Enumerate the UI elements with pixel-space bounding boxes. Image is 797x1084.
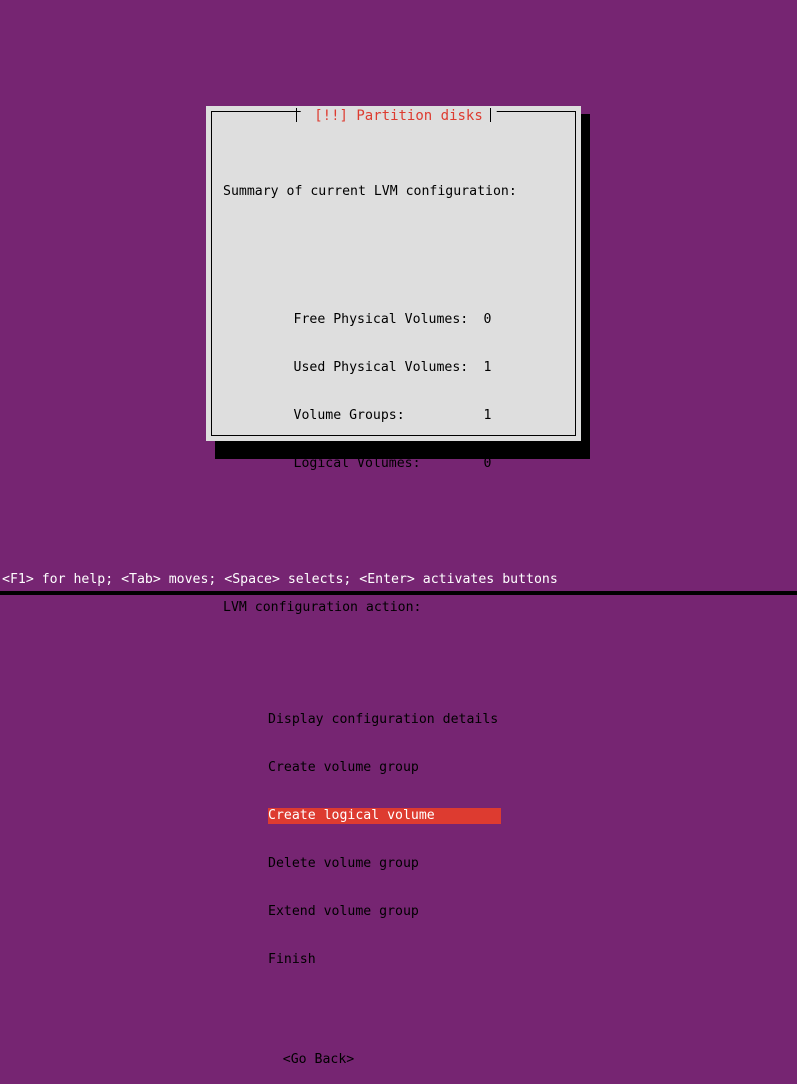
go-back-button[interactable]: <Go Back> — [283, 1052, 354, 1068]
title-right-tick — [490, 108, 491, 122]
summary-value: 0 — [484, 456, 492, 472]
table-row: Free Physical Volumes:0 — [230, 296, 571, 312]
table-row: Volume Groups:1 — [230, 392, 571, 408]
dialog-content: Summary of current LVM configuration: Fr… — [223, 136, 571, 433]
summary-label: Free Physical Volumes: — [294, 312, 484, 328]
menu-item-finish[interactable]: Finish — [268, 952, 501, 968]
bottom-black-strip — [0, 591, 797, 595]
summary-value: 1 — [484, 360, 492, 376]
menu-item-display-configuration-details[interactable]: Display configuration details — [268, 712, 501, 728]
menu-item-create-logical-volume[interactable]: Create logical volume — [268, 808, 501, 824]
menu-item-create-volume-group[interactable]: Create volume group — [268, 760, 501, 776]
summary-heading: Summary of current LVM configuration: — [223, 184, 571, 200]
summary-label: Used Physical Volumes: — [294, 360, 484, 376]
status-bar: <F1> for help; <Tab> moves; <Space> sele… — [0, 569, 797, 591]
summary-value: 0 — [484, 312, 492, 328]
page-title: [!!] Partition disks — [300, 106, 497, 126]
action-heading: LVM configuration action: — [223, 600, 571, 616]
table-row: Used Physical Volumes:1 — [230, 344, 571, 360]
title-left-tick — [296, 108, 297, 122]
summary-value: 1 — [484, 408, 492, 424]
menu-item-delete-volume-group[interactable]: Delete volume group — [268, 856, 501, 872]
menu-item-extend-volume-group[interactable]: Extend volume group — [268, 904, 501, 920]
partition-disks-dialog: Summary of current LVM configuration: Fr… — [206, 106, 581, 441]
summary-label: Logical Volumes: — [294, 456, 484, 472]
table-row: Logical Volumes:0 — [230, 440, 571, 456]
content-spacer — [223, 536, 571, 552]
lvm-action-menu: Display configuration details Create vol… — [268, 680, 571, 1000]
summary-label: Volume Groups: — [294, 408, 484, 424]
lvm-summary-table: Free Physical Volumes:0 Used Physical Vo… — [230, 264, 571, 488]
